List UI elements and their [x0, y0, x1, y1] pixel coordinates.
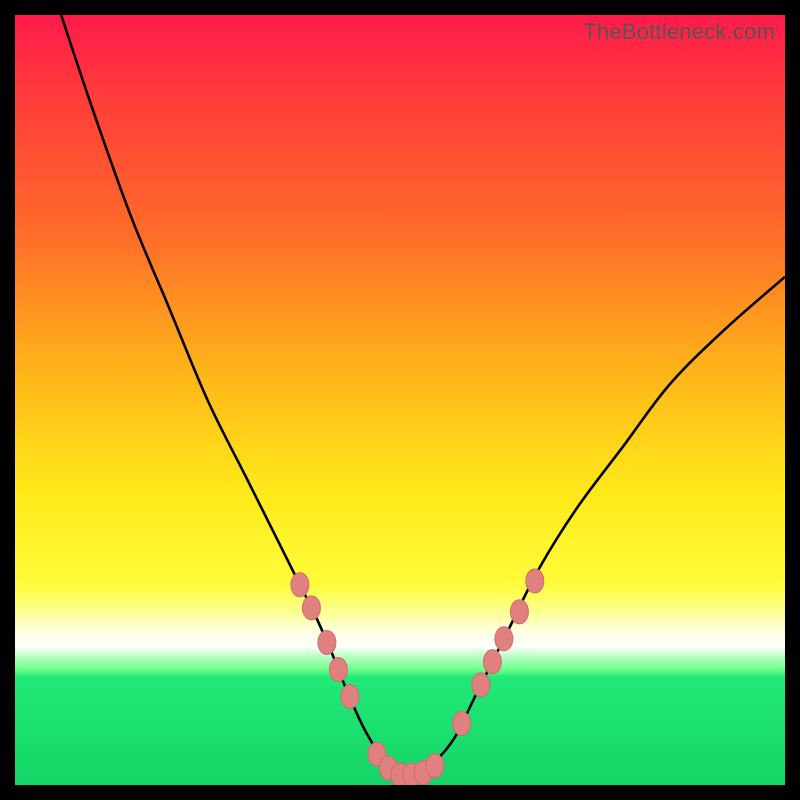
curve-marker: [472, 673, 490, 697]
curve-markers: [291, 569, 544, 785]
curve-layer: [15, 15, 785, 785]
curve-marker: [302, 596, 320, 620]
bottleneck-curve: [61, 15, 785, 776]
curve-marker: [341, 685, 359, 709]
curve-marker: [510, 600, 528, 624]
curve-marker: [495, 627, 513, 651]
chart-frame: TheBottleneck.com: [0, 0, 800, 800]
curve-marker: [318, 631, 336, 655]
curve-marker: [453, 711, 471, 735]
curve-marker: [291, 573, 309, 597]
curve-marker: [526, 569, 544, 593]
curve-marker: [483, 650, 501, 674]
curve-marker: [329, 658, 347, 682]
curve-marker: [426, 754, 444, 778]
plot-area: TheBottleneck.com: [15, 15, 785, 785]
